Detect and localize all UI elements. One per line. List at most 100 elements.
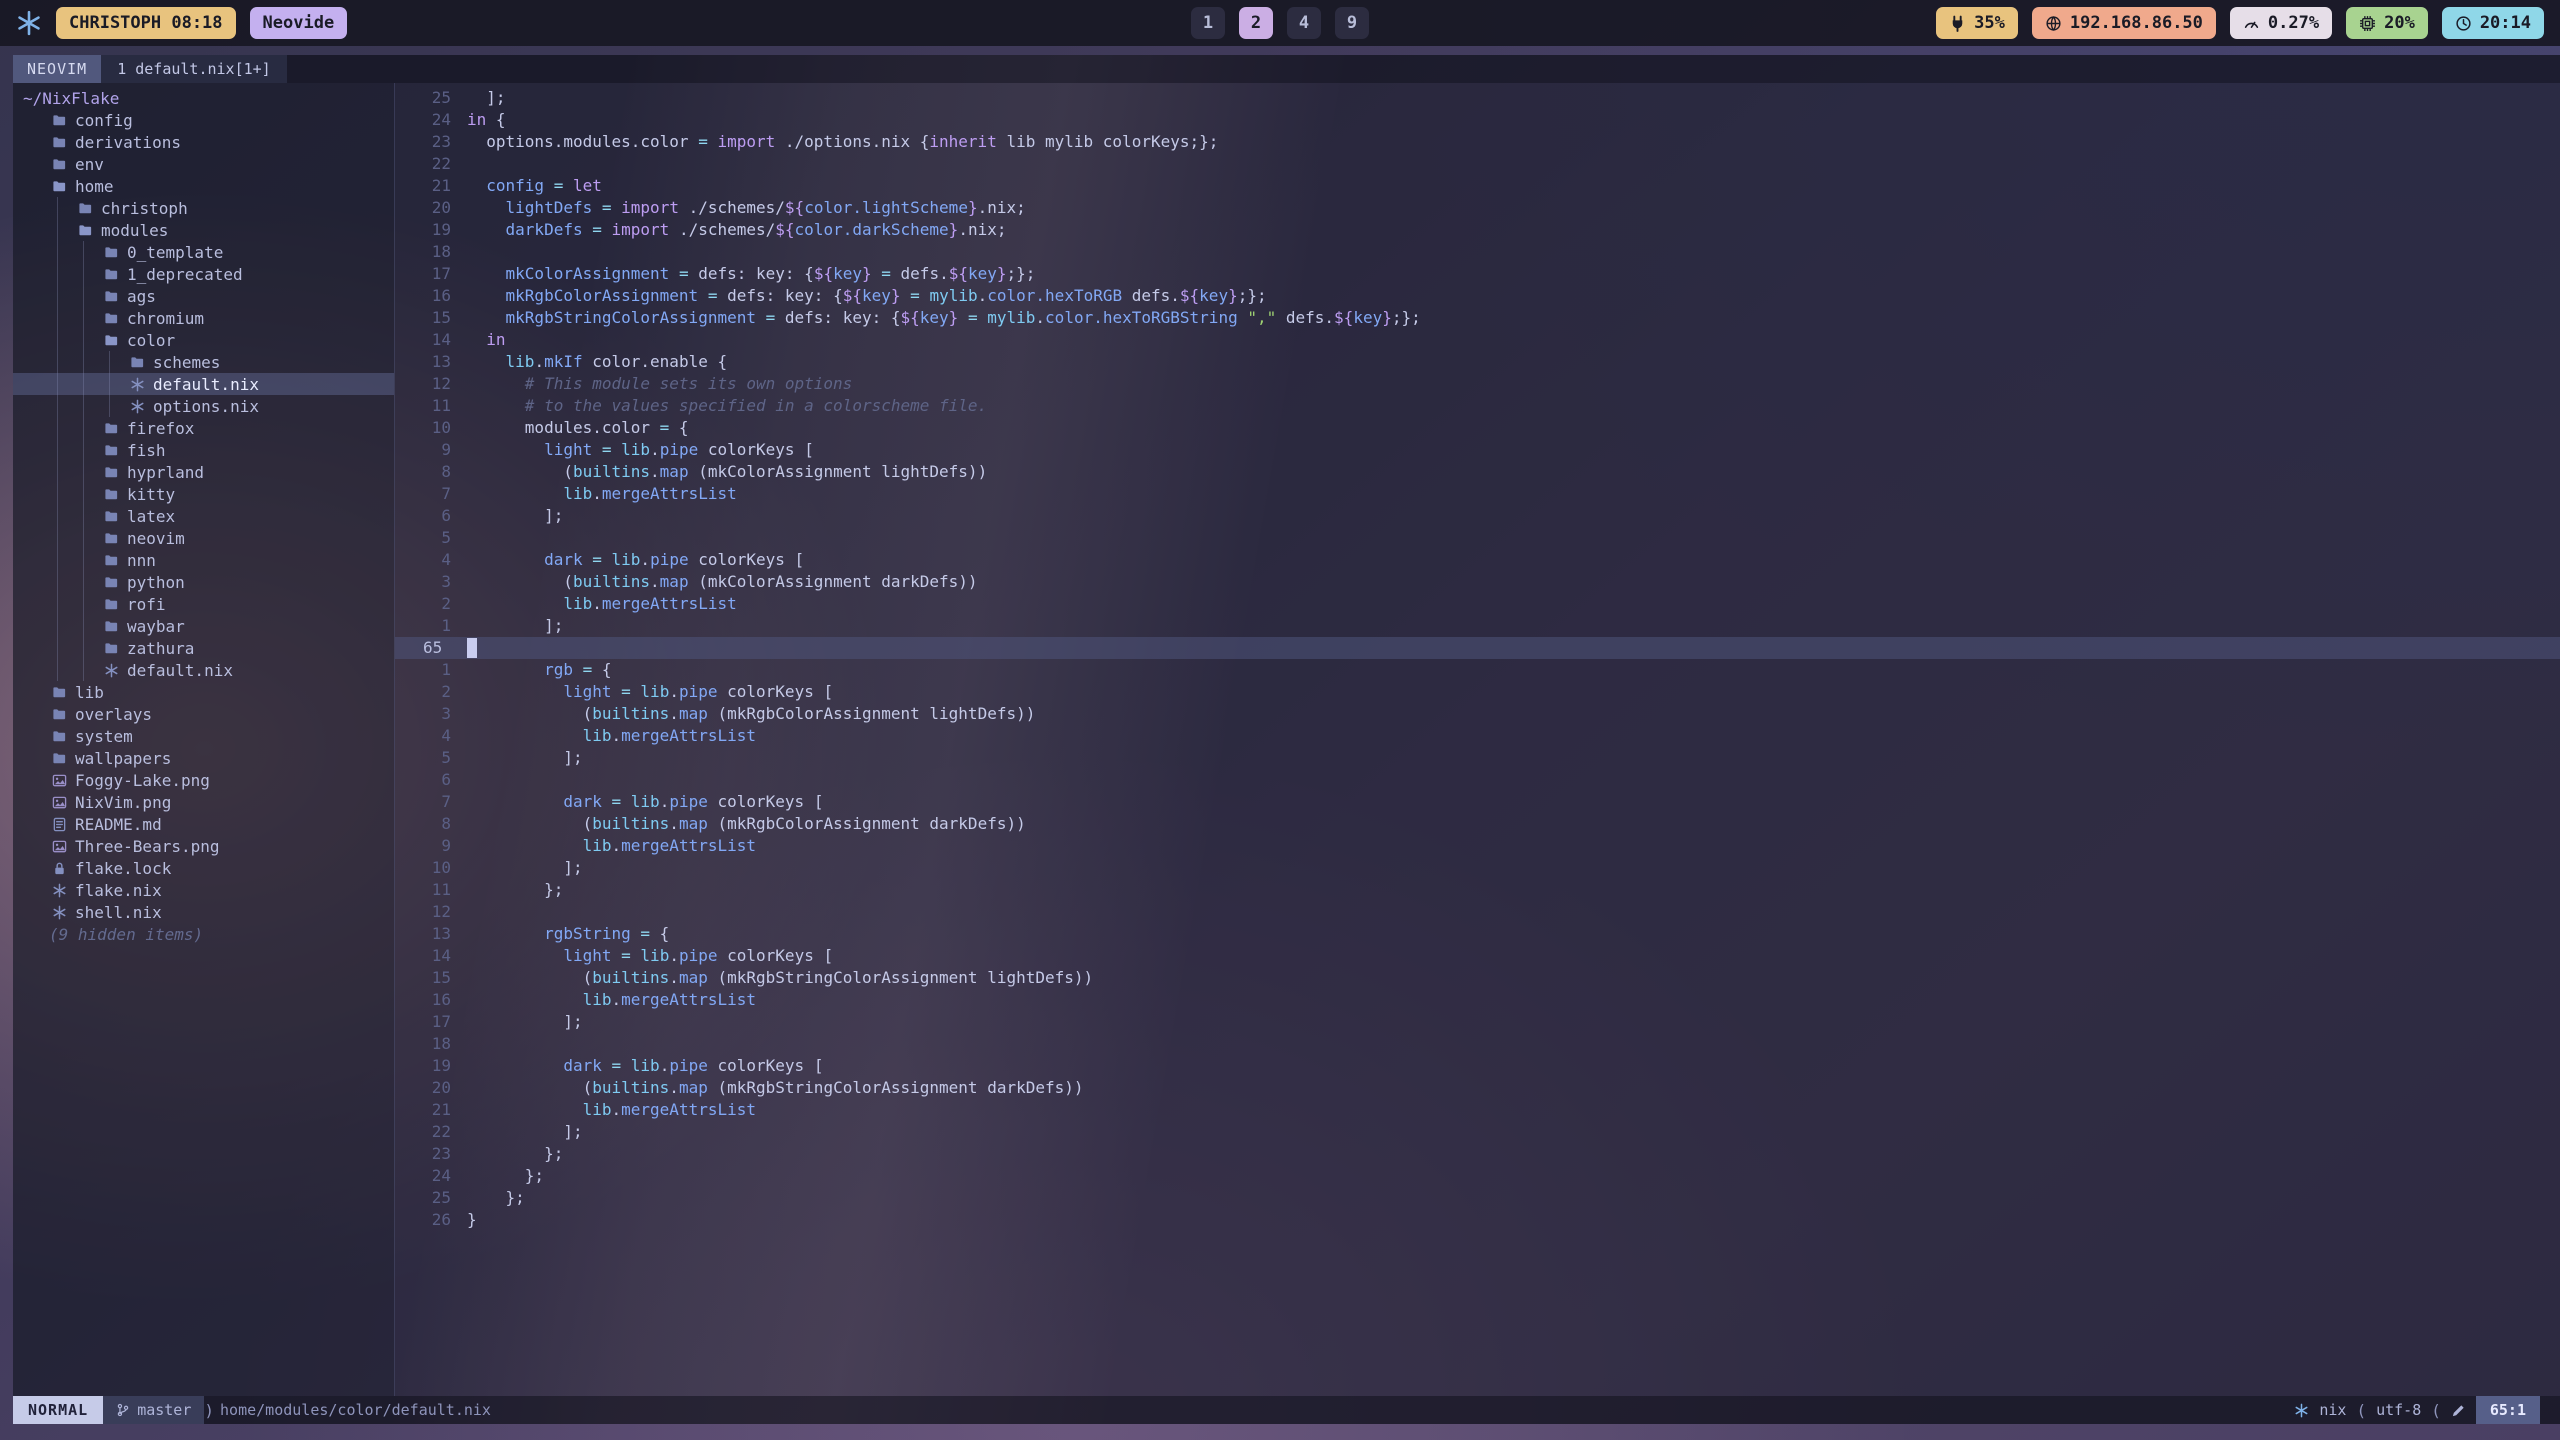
cpu-badge[interactable]: 0.27% [2230, 7, 2332, 39]
tree-item-foggy-lake.png[interactable]: Foggy-Lake.png [13, 769, 394, 791]
editor-line[interactable]: 14 in [395, 329, 2560, 351]
tree-item-wallpapers[interactable]: wallpapers [13, 747, 394, 769]
editor-line[interactable]: 8 (builtins.map (mkRgbColorAssignment da… [395, 813, 2560, 835]
editor-line[interactable]: 1 rgb = { [395, 659, 2560, 681]
editor-line[interactable]: 16 lib.mergeAttrsList [395, 989, 2560, 1011]
tree-item-options.nix[interactable]: options.nix [13, 395, 394, 417]
tree-item-nixvim.png[interactable]: NixVim.png [13, 791, 394, 813]
memory-badge[interactable]: 20% [2346, 7, 2428, 39]
editor-line[interactable]: 8 (builtins.map (mkColorAssignment light… [395, 461, 2560, 483]
editor-line[interactable]: 3 (builtins.map (mkColorAssignment darkD… [395, 571, 2560, 593]
editor-line[interactable]: 20 lightDefs = import ./schemes/${color.… [395, 197, 2560, 219]
active-app-badge[interactable]: Neovide [250, 7, 348, 39]
workspace-2[interactable]: 2 [1239, 7, 1273, 39]
tree-item-color[interactable]: color [13, 329, 394, 351]
workspace-4[interactable]: 4 [1287, 7, 1321, 39]
tree-item-kitty[interactable]: kitty [13, 483, 394, 505]
editor-line[interactable]: 23 options.modules.color = import ./opti… [395, 131, 2560, 153]
tree-item-neovim[interactable]: neovim [13, 527, 394, 549]
editor-line[interactable]: 24in { [395, 109, 2560, 131]
tree-item-waybar[interactable]: waybar [13, 615, 394, 637]
editor-line[interactable]: 6 [395, 769, 2560, 791]
editor-line[interactable]: 23 }; [395, 1143, 2560, 1165]
tree-item-flake.nix[interactable]: flake.nix [13, 879, 394, 901]
editor-line[interactable]: 10 modules.color = { [395, 417, 2560, 439]
editor-line[interactable]: 19 darkDefs = import ./schemes/${color.d… [395, 219, 2560, 241]
tree-item-default.nix[interactable]: default.nix [13, 659, 394, 681]
editor-line[interactable]: 18 [395, 1033, 2560, 1055]
editor-line[interactable]: 22 ]; [395, 1121, 2560, 1143]
workspace-9[interactable]: 9 [1335, 7, 1369, 39]
tree-item-shell.nix[interactable]: shell.nix [13, 901, 394, 923]
tree-item-overlays[interactable]: overlays [13, 703, 394, 725]
editor-line[interactable]: 12 # This module sets its own options [395, 373, 2560, 395]
editor-line[interactable]: 26} [395, 1209, 2560, 1231]
editor-line[interactable]: 21 lib.mergeAttrsList [395, 1099, 2560, 1121]
tree-item-1-deprecated[interactable]: 1_deprecated [13, 263, 394, 285]
editor-line[interactable]: 4 dark = lib.pipe colorKeys [ [395, 549, 2560, 571]
tree-item-0-template[interactable]: 0_template [13, 241, 394, 263]
editor-line[interactable]: 5 ]; [395, 747, 2560, 769]
tree-item-schemes[interactable]: schemes [13, 351, 394, 373]
editor-line[interactable]: 16 mkRgbColorAssignment = defs: key: {${… [395, 285, 2560, 307]
editor-line[interactable]: 12 [395, 901, 2560, 923]
editor-line[interactable]: 10 ]; [395, 857, 2560, 879]
network-badge[interactable]: 192.168.86.50 [2032, 7, 2216, 39]
tree-item-hyprland[interactable]: hyprland [13, 461, 394, 483]
editor-line[interactable]: 3 (builtins.map (mkRgbColorAssignment li… [395, 703, 2560, 725]
tree-item-env[interactable]: env [13, 153, 394, 175]
tree-item-christoph[interactable]: christoph [13, 197, 394, 219]
editor-line[interactable]: 9 lib.mergeAttrsList [395, 835, 2560, 857]
editor-line[interactable]: 17 mkColorAssignment = defs: key: {${key… [395, 263, 2560, 285]
tree-item-modules[interactable]: modules [13, 219, 394, 241]
editor-line[interactable]: 9 light = lib.pipe colorKeys [ [395, 439, 2560, 461]
tree-item-rofi[interactable]: rofi [13, 593, 394, 615]
editor-line[interactable]: 5 [395, 527, 2560, 549]
editor-line[interactable]: 25 }; [395, 1187, 2560, 1209]
editor-line[interactable]: 11 # to the values specified in a colors… [395, 395, 2560, 417]
tree-item-ags[interactable]: ags [13, 285, 394, 307]
tree-item-config[interactable]: config [13, 109, 394, 131]
editor-line[interactable]: 2 lib.mergeAttrsList [395, 593, 2560, 615]
editor-line[interactable]: 13 lib.mkIf color.enable { [395, 351, 2560, 373]
tree-item-python[interactable]: python [13, 571, 394, 593]
editor-line[interactable]: 6 ]; [395, 505, 2560, 527]
tree-item-9-hidden-items[interactable]: (9 hidden items) [13, 923, 394, 945]
tree-item-default.nix[interactable]: default.nix [13, 373, 394, 395]
tree-item-home[interactable]: home [13, 175, 394, 197]
editor-line[interactable]: 25 ]; [395, 87, 2560, 109]
editor-line[interactable]: 24 }; [395, 1165, 2560, 1187]
tree-item-lib[interactable]: lib [13, 681, 394, 703]
editor-line[interactable]: 22 [395, 153, 2560, 175]
editor-line[interactable]: 4 lib.mergeAttrsList [395, 725, 2560, 747]
editor-line[interactable]: 20 (builtins.map (mkRgbStringColorAssign… [395, 1077, 2560, 1099]
editor-line[interactable]: 17 ]; [395, 1011, 2560, 1033]
editor-line[interactable]: 11 }; [395, 879, 2560, 901]
tree-item-nnn[interactable]: nnn [13, 549, 394, 571]
editor-line[interactable]: 1 ]; [395, 615, 2560, 637]
tree-item-readme.md[interactable]: README.md [13, 813, 394, 835]
tab-default-nix[interactable]: 1 default.nix[1+] [101, 55, 287, 83]
tree-item-system[interactable]: system [13, 725, 394, 747]
clock-badge[interactable]: 20:14 [2442, 7, 2544, 39]
tree-item-derivations[interactable]: derivations [13, 131, 394, 153]
editor-cursor-line[interactable]: 65 [395, 637, 2560, 659]
battery-badge[interactable]: 35% [1936, 7, 2018, 39]
editor-line[interactable]: 14 light = lib.pipe colorKeys [ [395, 945, 2560, 967]
editor-line[interactable]: 15 mkRgbStringColorAssignment = defs: ke… [395, 307, 2560, 329]
editor-line[interactable]: 18 [395, 241, 2560, 263]
workspace-1[interactable]: 1 [1191, 7, 1225, 39]
editor-line[interactable]: 21 config = let [395, 175, 2560, 197]
tree-item-three-bears.png[interactable]: Three-Bears.png [13, 835, 394, 857]
editor-line[interactable]: 2 light = lib.pipe colorKeys [ [395, 681, 2560, 703]
tree-item-latex[interactable]: latex [13, 505, 394, 527]
editor-line[interactable]: 13 rgbString = { [395, 923, 2560, 945]
tree-item-flake.lock[interactable]: flake.lock [13, 857, 394, 879]
editor-line[interactable]: 15 (builtins.map (mkRgbStringColorAssign… [395, 967, 2560, 989]
tree-item-zathura[interactable]: zathura [13, 637, 394, 659]
tree-item-chromium[interactable]: chromium [13, 307, 394, 329]
tree-item-nixflake[interactable]: ~/NixFlake [13, 87, 394, 109]
tree-item-firefox[interactable]: firefox [13, 417, 394, 439]
editor-line[interactable]: 7 lib.mergeAttrsList [395, 483, 2560, 505]
editor-line[interactable]: 7 dark = lib.pipe colorKeys [ [395, 791, 2560, 813]
